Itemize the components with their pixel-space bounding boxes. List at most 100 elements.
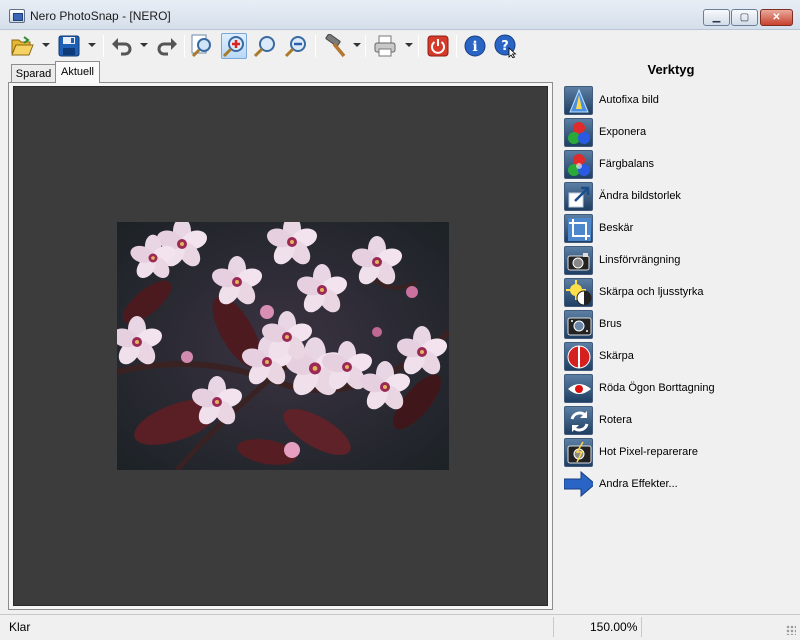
toolbar-separator bbox=[418, 35, 419, 57]
tab-sparad[interactable]: Sparad bbox=[11, 64, 56, 83]
tool-resize[interactable]: Ändra bildstorlek bbox=[564, 182, 784, 212]
tools-panel-title: Verktyg bbox=[647, 62, 695, 77]
noise-icon bbox=[564, 310, 593, 339]
tool-sharpen[interactable]: Skärpa bbox=[564, 342, 784, 372]
undo-dropdown-arrow[interactable] bbox=[140, 43, 148, 47]
sharpen-icon bbox=[564, 342, 593, 371]
hot-pixel-icon bbox=[564, 438, 593, 467]
print-dropdown-arrow[interactable] bbox=[405, 43, 413, 47]
open-dropdown-arrow[interactable] bbox=[42, 43, 50, 47]
image-canvas[interactable] bbox=[13, 86, 548, 606]
zoom-in-icon bbox=[222, 36, 244, 58]
status-text: Klar bbox=[9, 620, 31, 634]
open-button[interactable] bbox=[9, 33, 35, 59]
tool-lens-distortion[interactable]: Linsförvrängning bbox=[564, 246, 784, 276]
tool-red-eye[interactable]: Röda Ögon Borttagning bbox=[564, 374, 784, 404]
print-button[interactable] bbox=[372, 33, 398, 59]
save-dropdown-arrow[interactable] bbox=[88, 43, 96, 47]
status-bar: Klar 150.00% bbox=[0, 614, 800, 640]
toolbar-separator bbox=[456, 35, 457, 57]
tool-label: Autofixa bild bbox=[599, 94, 659, 106]
rotate-icon bbox=[564, 406, 593, 435]
tab-aktuell[interactable]: Aktuell bbox=[55, 61, 100, 83]
zoom-actual-icon bbox=[253, 36, 275, 58]
undo-button[interactable] bbox=[109, 33, 135, 59]
tool-label: Andra Effekter... bbox=[599, 478, 678, 490]
undo-icon bbox=[112, 38, 132, 56]
exit-button[interactable] bbox=[425, 33, 451, 59]
window-title: Nero PhotoSnap - [NERO] bbox=[30, 9, 171, 23]
exposure-icon bbox=[564, 118, 593, 147]
resize-grip[interactable] bbox=[786, 625, 796, 635]
floppy-disk-icon bbox=[58, 35, 80, 57]
tool-hot-pixel[interactable]: Hot Pixel-reparerare bbox=[564, 438, 784, 468]
info-icon: i bbox=[464, 35, 486, 57]
folder-open-icon bbox=[11, 36, 34, 56]
maximize-button[interactable]: ▢ bbox=[731, 9, 758, 26]
power-icon bbox=[427, 35, 449, 57]
printer-icon bbox=[374, 35, 396, 57]
hammer-icon bbox=[325, 34, 346, 58]
tool-autofix[interactable]: Autofixa bild bbox=[564, 86, 784, 116]
autofix-icon bbox=[564, 86, 593, 115]
toolbar-separator bbox=[365, 35, 366, 57]
sharpness-brightness-icon bbox=[564, 278, 593, 307]
tool-rotate[interactable]: Rotera bbox=[564, 406, 784, 436]
tool-label: Färgbalans bbox=[599, 158, 655, 170]
tool-exposure[interactable]: Exponera bbox=[564, 118, 784, 148]
info-button[interactable]: i bbox=[462, 33, 488, 59]
color-balance-icon bbox=[564, 150, 593, 179]
toolbar-separator bbox=[184, 35, 185, 57]
arrow-right-icon bbox=[564, 470, 593, 499]
status-divider bbox=[553, 617, 554, 637]
tool-label: Linsförvrängning bbox=[599, 254, 681, 266]
toolbar: i ? bbox=[0, 30, 800, 62]
lens-distortion-icon bbox=[564, 246, 593, 275]
redo-icon bbox=[157, 38, 177, 56]
tool-label: Exponera bbox=[599, 126, 647, 138]
minimize-icon: ▁ bbox=[712, 12, 721, 23]
maximize-icon: ▢ bbox=[739, 12, 750, 23]
tools-dropdown-arrow[interactable] bbox=[353, 43, 361, 47]
tool-label: Ändra bildstorlek bbox=[599, 190, 681, 202]
tool-other-effects[interactable]: Andra Effekter... bbox=[564, 470, 784, 500]
zoom-actual-button[interactable] bbox=[252, 33, 278, 59]
zoom-level: 150.00% bbox=[590, 620, 638, 634]
zoom-fit-button[interactable] bbox=[190, 33, 216, 59]
cherry-blossom-photo[interactable] bbox=[117, 222, 449, 470]
tools-button[interactable] bbox=[322, 33, 348, 59]
zoom-out-button[interactable] bbox=[283, 33, 309, 59]
crop-icon bbox=[564, 214, 593, 243]
toolbar-separator bbox=[315, 35, 316, 57]
zoom-fit-icon bbox=[191, 34, 211, 58]
red-eye-icon bbox=[564, 374, 593, 403]
close-icon: ✕ bbox=[772, 12, 781, 23]
zoom-out-icon bbox=[284, 36, 306, 58]
redo-button[interactable] bbox=[154, 33, 180, 59]
help-button[interactable]: ? bbox=[493, 33, 519, 59]
save-button[interactable] bbox=[56, 33, 82, 59]
svg-text:?: ? bbox=[501, 39, 509, 54]
tool-crop[interactable]: Beskär bbox=[564, 214, 784, 244]
tool-label: Rotera bbox=[599, 414, 633, 426]
tool-label: Beskär bbox=[599, 222, 634, 234]
title-bar[interactable]: Nero PhotoSnap - [NERO] ▁ ▢ ✕ bbox=[0, 0, 800, 30]
zoom-in-button[interactable] bbox=[221, 33, 247, 59]
close-button[interactable]: ✕ bbox=[760, 9, 793, 26]
tool-noise[interactable]: Brus bbox=[564, 310, 784, 340]
help-icon: ? bbox=[494, 34, 517, 58]
tool-label: Röda Ögon Borttagning bbox=[599, 382, 715, 394]
tool-color-balance[interactable]: Färgbalans bbox=[564, 150, 784, 180]
tool-label: Skärpa bbox=[599, 350, 634, 362]
tool-label: Hot Pixel-reparerare bbox=[599, 446, 699, 458]
toolbar-separator bbox=[103, 35, 104, 57]
minimize-button[interactable]: ▁ bbox=[703, 9, 730, 26]
tool-sharpness-brightness[interactable]: Skärpa och ljusstyrka bbox=[564, 278, 784, 308]
tool-label: Skärpa och ljusstyrka bbox=[599, 286, 704, 298]
tool-label: Brus bbox=[599, 318, 622, 330]
image-panel bbox=[8, 82, 553, 610]
status-divider bbox=[641, 617, 642, 637]
svg-text:i: i bbox=[472, 39, 477, 55]
resize-icon bbox=[564, 182, 593, 211]
app-icon[interactable] bbox=[9, 9, 25, 23]
